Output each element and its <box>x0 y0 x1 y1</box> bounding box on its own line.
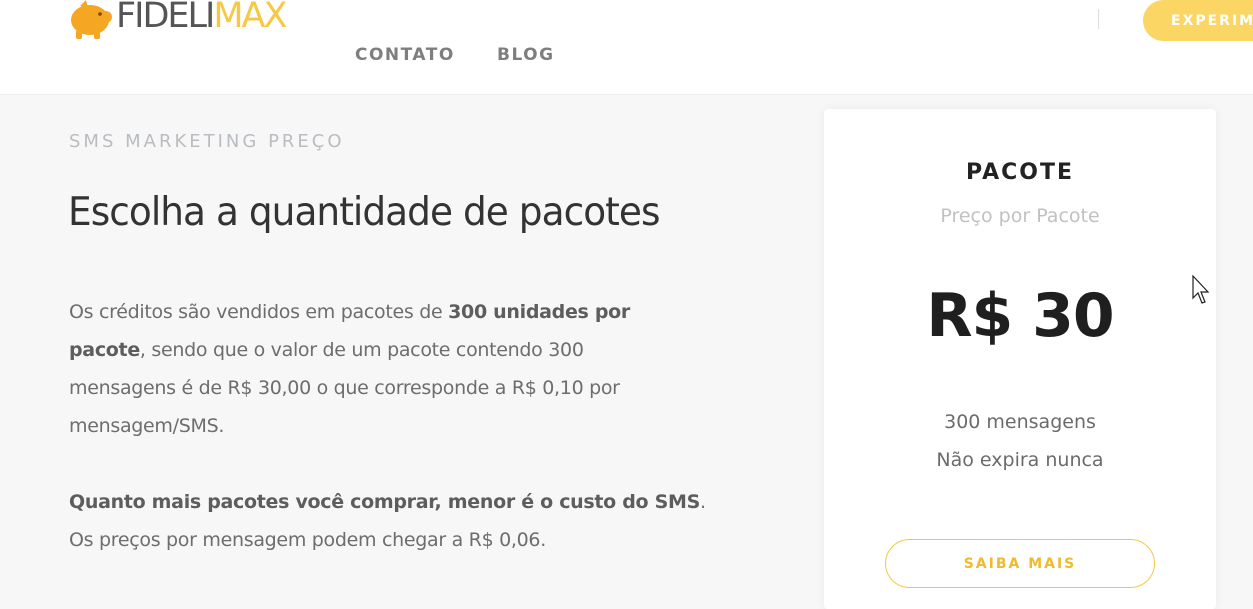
section-eyebrow: SMS MARKETING PREÇO <box>69 131 345 152</box>
logo-text: FIDELIMAX <box>116 0 287 36</box>
pricing-description: Os créditos são vendidos em pacotes de 3… <box>69 301 631 437</box>
experimente-button[interactable]: EXPERIMENTE <box>1143 0 1253 41</box>
page-heading: Escolha a quantidade de pacotes <box>68 190 660 235</box>
saiba-mais-button[interactable]: SAIBA MAIS <box>885 539 1155 588</box>
nav-link-blog[interactable]: BLOG <box>497 45 555 65</box>
logo[interactable]: FIDELIMAX <box>66 0 306 42</box>
emphasis-text: Quanto mais pacotes você comprar, menor … <box>69 491 700 513</box>
discount-description: Quanto mais pacotes você comprar, menor … <box>69 491 706 551</box>
site-header: FIDELIMAX CONTATO BLOG EXPERIMENTE <box>0 0 1253 95</box>
piggy-bank-icon <box>71 0 112 39</box>
pricing-card: PACOTE Preço por Pacote R$ 30 300 mensag… <box>824 109 1216 609</box>
mouse-cursor-icon <box>1192 275 1210 304</box>
card-title: PACOTE <box>965 160 1074 185</box>
card-price: R$ 30 <box>926 281 1114 351</box>
card-feature: Não expira nunca <box>936 449 1104 471</box>
card-feature: 300 mensagens <box>944 411 1096 433</box>
nav-link-contato[interactable]: CONTATO <box>355 45 455 65</box>
card-subtitle: Preço por Pacote <box>940 205 1100 227</box>
header-divider <box>1098 9 1099 29</box>
